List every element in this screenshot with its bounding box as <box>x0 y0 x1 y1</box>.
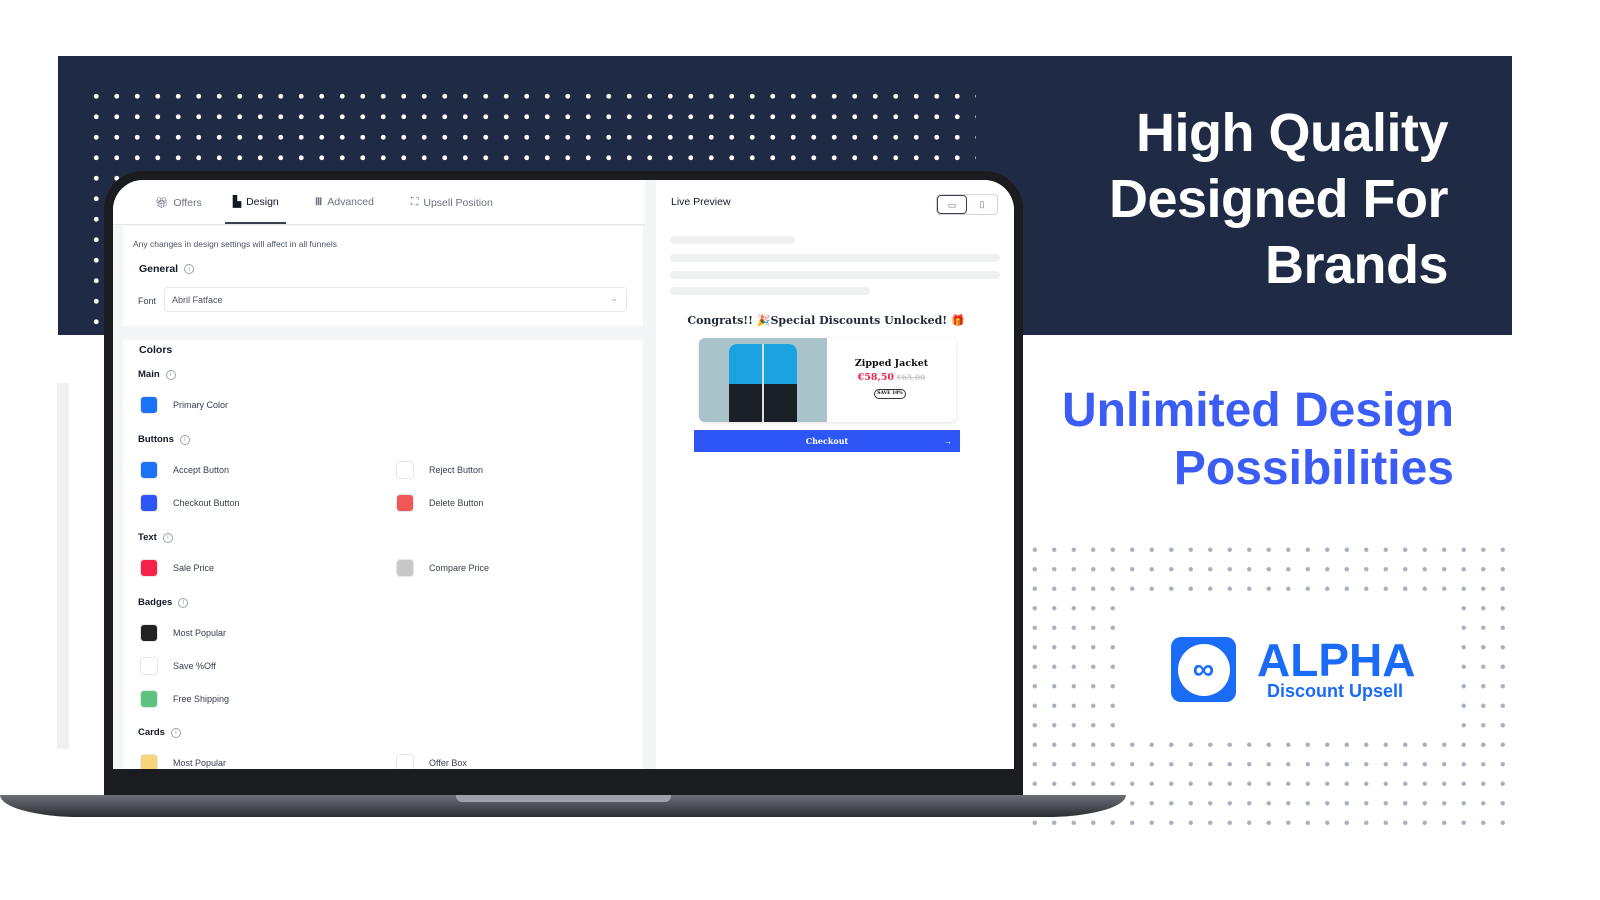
product-image <box>699 338 827 422</box>
color-swatch[interactable] <box>140 624 158 642</box>
general-card: Any changes in design settings will affe… <box>123 226 643 326</box>
color-reject-button[interactable]: Reject Button <box>396 461 483 479</box>
info-icon[interactable]: i <box>162 532 173 543</box>
save-badge: SAVE 10% <box>874 389 906 399</box>
font-label: Font <box>138 296 157 306</box>
tab-advanced[interactable]: Ⅲ Advanced <box>315 196 374 208</box>
color-delete-button[interactable]: Delete Button <box>396 494 484 512</box>
info-icon[interactable]: i <box>178 597 189 608</box>
brand-name: ALPHA <box>1257 634 1416 686</box>
app-screen: 🎁︎ Offers ▙ Design Ⅲ Advanced ⛶ Upsell Posit… <box>113 180 1014 769</box>
color-swatch[interactable] <box>396 461 414 479</box>
sale-price: €58,50 <box>857 372 894 383</box>
color-badge-free-shipping[interactable]: Free Shipping <box>140 690 229 708</box>
offer-card: Zipped Jacket €58,50 €65,00 SAVE 10% <box>699 338 956 422</box>
color-swatch[interactable] <box>140 396 158 414</box>
color-accept-button[interactable]: Accept Button <box>140 461 229 479</box>
brand-tagline: Discount Upsell <box>1267 681 1404 701</box>
color-swatch[interactable] <box>396 494 414 512</box>
color-swatch[interactable] <box>140 754 158 769</box>
color-badge-save[interactable]: Save %Off <box>140 657 216 675</box>
color-card-offer-box[interactable]: Offer Box <box>396 754 467 769</box>
position-icon: ⛶ <box>411 196 419 208</box>
color-swatch[interactable] <box>140 494 158 512</box>
general-heading: General <box>139 263 179 275</box>
font-select[interactable]: Abril Fatface ⌄ <box>164 287 627 312</box>
checkout-button[interactable]: Checkout → <box>694 430 960 452</box>
info-icon[interactable]: i <box>179 434 190 445</box>
brush-icon: ▙ <box>233 196 242 208</box>
colors-card: Colors Main i Primary Color Buttons i Acce… <box>123 340 643 769</box>
notice-text: Any changes in design settings will affe… <box>133 239 337 249</box>
preview-headline: Congrats!! 🎉Special Discounts Unlocked! … <box>687 314 965 327</box>
color-compare-price[interactable]: Compare Price <box>396 559 489 577</box>
color-swatch[interactable] <box>140 461 158 479</box>
compare-price: €65,00 <box>896 373 926 382</box>
color-swatch[interactable] <box>140 690 158 708</box>
settings-panel: 🎁︎ Offers ▙ Design Ⅲ Advanced ⛶ Upsell Posit… <box>113 180 645 769</box>
color-card-most-popular[interactable]: Most Popular <box>140 754 226 769</box>
gift-icon: 🎁︎ <box>155 197 169 209</box>
mobile-icon[interactable]: ▯ <box>967 195 997 214</box>
info-icon[interactable]: i <box>184 264 195 274</box>
color-sale-price[interactable]: Sale Price <box>140 559 214 577</box>
tab-design[interactable]: ▙ Design <box>233 196 279 208</box>
brand-logo-icon: ∞ <box>1171 637 1236 702</box>
columns-icon: Ⅲ <box>315 196 323 208</box>
info-icon[interactable]: i <box>170 727 181 738</box>
color-swatch[interactable] <box>140 559 158 577</box>
color-swatch[interactable] <box>140 657 158 675</box>
color-swatch[interactable] <box>396 754 414 769</box>
preview-title: Live Preview <box>671 196 731 208</box>
color-badge-most-popular[interactable]: Most Popular <box>140 624 226 642</box>
arrow-right-icon: → <box>944 436 952 446</box>
desktop-icon[interactable]: ▭ <box>937 195 968 214</box>
info-icon[interactable]: i <box>165 369 176 380</box>
tab-bar: 🎁︎ Offers ▙ Design Ⅲ Advanced ⛶ Upsell Posit… <box>113 180 645 225</box>
device-toggle: ▭ ▯ <box>936 194 998 215</box>
headline: High Quality Designed For Brands <box>1108 103 1449 295</box>
live-preview-panel: Live Preview ▭ ▯ Congrats!! 🎉Special Dis… <box>656 180 1014 769</box>
color-checkout-button[interactable]: Checkout Button <box>140 494 240 512</box>
subheadline: Unlimited Design Possibilities <box>1061 384 1454 495</box>
colors-heading: Colors <box>139 344 173 356</box>
tab-offers[interactable]: 🎁︎ Offers <box>155 196 202 210</box>
color-swatch[interactable] <box>396 559 414 577</box>
color-primary[interactable]: Primary Color <box>140 396 228 414</box>
product-name: Zipped Jacket <box>854 358 929 369</box>
chevron-down-icon: ⌄ <box>610 293 618 303</box>
decor-bar <box>57 383 69 749</box>
tab-upsell-position[interactable]: ⛶ Upsell Position <box>411 196 493 209</box>
